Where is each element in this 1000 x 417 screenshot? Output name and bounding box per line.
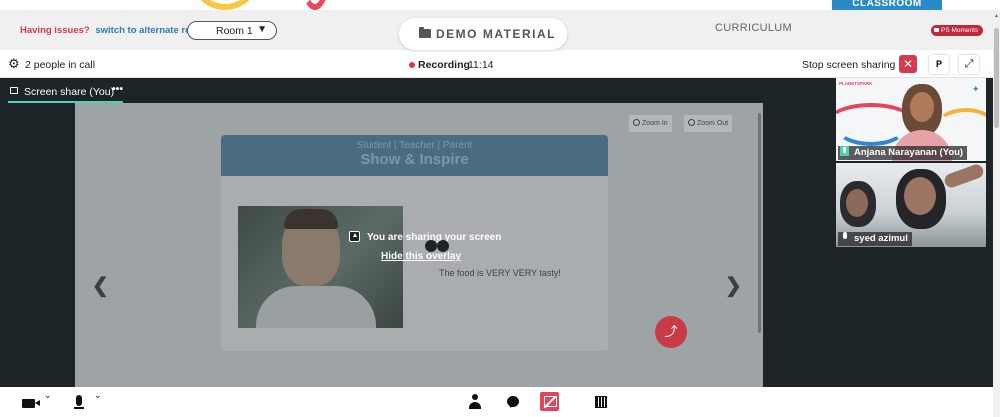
page-scrollbar[interactable]: ▲ — [993, 10, 1000, 417]
sparkle-icon: ✦ — [972, 84, 980, 94]
decorative-wave — [836, 110, 906, 146]
tab-screen-share-label: Screen share (You) — [24, 86, 115, 98]
slide-photo — [238, 206, 403, 328]
participant-video-face — [904, 177, 936, 215]
participant-tile[interactable]: syed azimul — [836, 163, 986, 247]
photo-shirt — [256, 286, 376, 328]
scrollbar-thumb[interactable] — [994, 28, 999, 128]
room-select-value: Room 1 — [216, 25, 253, 37]
share-upload-icon — [349, 231, 360, 242]
bottom-toolbar: ⌄ ⌄ — [0, 387, 993, 417]
top-decoration: CLASSROOM — [0, 0, 1000, 17]
participant-nameplate: syed azimul — [838, 232, 912, 246]
p-button[interactable]: P — [929, 55, 949, 74]
issues-text: Having issues? — [20, 25, 90, 36]
zoom-in-label: Zoom In — [642, 120, 668, 127]
zoom-out-button[interactable]: Zoom Out — [684, 115, 733, 132]
expand-icon[interactable]: ⤢ — [959, 55, 979, 74]
magnifier-icon — [633, 119, 640, 126]
ps-moments-button[interactable]: PS Moments — [931, 25, 984, 36]
tab-screen-share[interactable]: Screen share (You) ••• — [8, 83, 123, 103]
participant-nameplate: Anjana Narayanan (You) — [838, 146, 968, 160]
hide-overlay-link[interactable]: Hide this overlay — [381, 251, 461, 262]
participant-video-face — [910, 92, 934, 122]
call-status-bar: ⚙ 2 people in call Recording 11:14 Stop … — [0, 52, 993, 78]
people-count: 2 people in call — [25, 59, 96, 71]
participant-name: Anjana Narayanan (You) — [854, 147, 964, 158]
classroom-page: CLASSROOM Having issues? switch to alter… — [0, 0, 1000, 417]
curriculum-tab[interactable]: CURRICULUM — [715, 22, 792, 34]
previous-slide-icon[interactable]: ❮ — [92, 273, 109, 298]
decorative-arc — [190, 0, 260, 10]
slide-card: Student | Teacher | Parent Show & Inspir… — [221, 135, 608, 351]
demo-material-button[interactable]: DEMO MATERIAL — [399, 18, 567, 50]
participants-icon[interactable] — [469, 394, 481, 410]
participant-tile[interactable]: PLANETSPARK ✦ Anjana Narayanan (You) — [836, 78, 986, 161]
whiteboard-icon[interactable] — [595, 396, 607, 408]
scroll-up-icon[interactable]: ▲ — [994, 13, 999, 19]
stop-share-label: Stop screen sharing — [802, 59, 896, 71]
slide-header: Student | Teacher | Parent Show & Inspir… — [221, 135, 608, 176]
participant-name: syed azimul — [854, 233, 908, 244]
next-slide-icon[interactable]: ❯ — [725, 273, 742, 298]
room-select[interactable]: Room 1 ▼ — [187, 21, 277, 40]
slide-title: Show & Inspire — [360, 151, 469, 168]
slide-caption: The food is VERY VERY tasty! — [439, 268, 561, 278]
monitor-icon — [10, 87, 18, 94]
slide-subtitle: Student | Teacher | Parent — [356, 140, 473, 151]
more-options-icon[interactable]: ••• — [112, 83, 123, 95]
photo-hair — [284, 209, 338, 229]
issues-notice: Having issues? switch to alternate room — [20, 25, 205, 36]
chevron-down-icon[interactable]: ⌄ — [94, 390, 102, 401]
recording-dot-icon — [409, 62, 415, 68]
gear-icon[interactable]: ⚙ — [8, 57, 20, 71]
folder-icon — [419, 27, 431, 38]
chevron-down-icon[interactable]: ⌄ — [44, 390, 52, 401]
dropdown-triangle-icon: ▼ — [257, 24, 267, 35]
zoom-in-button[interactable]: Zoom In — [629, 115, 672, 132]
zoom-out-label: Zoom Out — [697, 120, 729, 127]
shared-screen-view: Zoom In Zoom Out ❮ ❯ Student | Teacher |… — [75, 103, 763, 387]
camera-icon[interactable] — [22, 399, 40, 408]
shared-scrollbar — [758, 113, 761, 333]
magnifier-icon — [688, 119, 695, 126]
mic-active-icon — [840, 146, 849, 156]
cursor-shape — [425, 240, 455, 252]
screen-share-icon[interactable] — [540, 392, 559, 411]
chat-icon[interactable] — [507, 396, 519, 407]
recording-time: 11:14 — [468, 59, 494, 71]
stop-share-button[interactable]: ✕ — [899, 55, 917, 73]
ps-moments-label: PS Moments — [941, 27, 979, 34]
share-icon[interactable]: ⤴ — [655, 316, 687, 348]
camera-icon — [934, 28, 939, 33]
demo-material-label: DEMO MATERIAL — [436, 27, 556, 41]
decorative-arc — [300, 0, 330, 10]
mic-icon — [840, 232, 849, 242]
room-header: Having issues? switch to alternate room … — [0, 10, 993, 50]
recording-label: Recording — [418, 59, 470, 71]
participant-video-face — [846, 189, 868, 217]
planetspark-logo: PLANETSPARK — [839, 81, 873, 86]
microphone-icon[interactable] — [74, 395, 84, 409]
